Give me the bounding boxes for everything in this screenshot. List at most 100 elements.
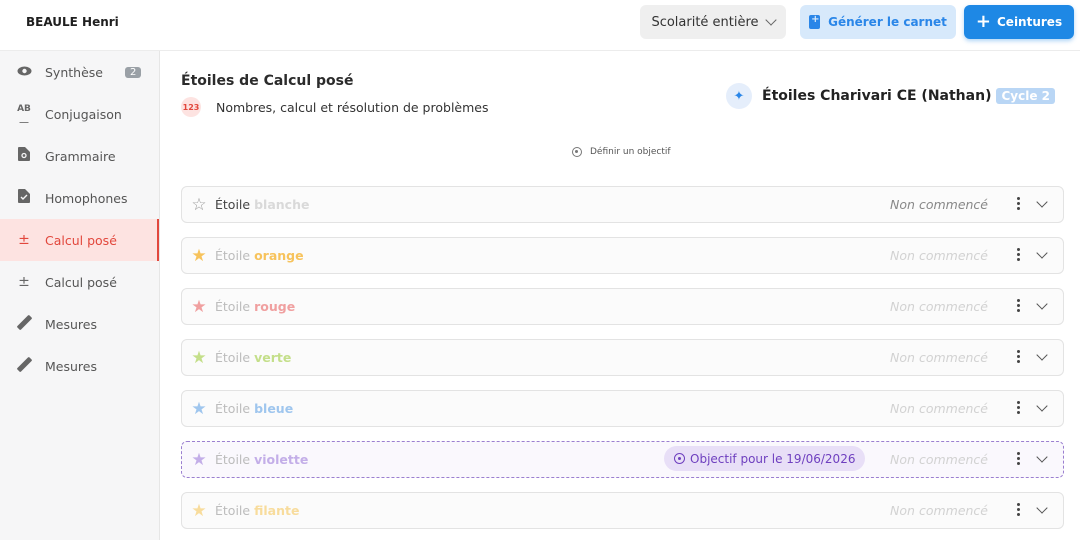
star-icon: ★ [191,245,207,266]
generate-report-button[interactable]: Générer le carnet [800,5,956,39]
status-label: Non commencé [890,401,988,416]
sidebar-item-label: Conjugaison [45,106,122,122]
document-plus-icon [809,14,821,29]
domain-line: 123 Nombres, calcul et résolution de pro… [181,97,489,117]
sidebar-item-label: Mesures [45,316,97,332]
star-label: Étoile [215,452,251,467]
star-icon: ★ [191,296,207,317]
domain-label: Nombres, calcul et résolution de problèm… [216,99,489,115]
chevron-down-icon[interactable] [1036,502,1048,514]
more-options-icon[interactable] [1017,299,1020,314]
status-label: Non commencé [890,197,988,212]
chevron-down-icon[interactable] [1036,451,1048,463]
star-row-orange[interactable]: ★ Étoile orange Non commencé [181,237,1064,274]
status-label: Non commencé [890,350,988,365]
star-color-name: orange [254,248,304,263]
chevron-down-icon [764,14,777,26]
star-row-bleue[interactable]: ★ Étoile bleue Non commencé [181,390,1064,427]
sidebar-item-label: Homophones [45,190,128,206]
more-options-icon[interactable] [1017,350,1020,365]
sidebar-item-homophones[interactable]: Homophones [0,177,159,219]
plus-minus-icon: ± [18,232,30,248]
sidebar: Synthèse 2 AB __ Conjugaison Grammaire Ho… [0,51,160,540]
status-label: Non commencé [890,248,988,263]
star-color-name: rouge [254,299,296,314]
sidebar-item-mesures-2[interactable]: Mesures [0,345,159,387]
sidebar-item-label: Synthèse [45,64,103,80]
plus-minus-icon: ± [18,274,30,290]
status-label: Non commencé [890,452,988,467]
numbers-icon: 123 [181,97,201,117]
star-row-blanche[interactable]: ☆ Étoile blanche Non commencé [181,186,1064,223]
star-label: Étoile [215,248,251,263]
period-label: Scolarité entière [651,14,759,30]
eye-icon [16,64,32,80]
ruler-icon [16,314,32,334]
sidebar-item-calcul-pose[interactable]: ± Calcul posé [0,261,159,303]
star-color-name: filante [254,503,300,518]
star-icon: ★ [191,500,207,521]
sidebar-item-conjugaison[interactable]: AB __ Conjugaison [0,93,159,135]
more-options-icon[interactable] [1017,503,1020,518]
ruler-icon [16,356,32,376]
sidebar-item-mesures[interactable]: Mesures [0,303,159,345]
define-objective-label: Définir un objectif [590,147,671,157]
method-info: ✦ Étoiles Charivari CE (Nathan) Cycle 2 [726,83,1055,109]
star-label: Étoile [215,197,251,212]
sidebar-item-grammaire[interactable]: Grammaire [0,135,159,177]
status-label: Non commencé [890,503,988,518]
star-row-filante[interactable]: ★ Étoile filante Non commencé [181,492,1064,529]
generate-report-label: Générer le carnet [828,15,947,29]
ab-text-icon: AB __ [17,104,31,124]
star-color-name: bleue [254,401,294,416]
more-options-icon[interactable] [1017,401,1020,416]
target-icon [674,453,685,464]
sidebar-item-label: Calcul posé [45,274,117,290]
star-label: Étoile [215,503,251,518]
chevron-down-icon[interactable] [1036,247,1048,259]
top-bar: BEAULE Henri Scolarité entière Générer l… [0,0,1080,51]
sidebar-item-label: Calcul posé [45,232,117,248]
star-color-name: verte [254,350,292,365]
cycle-badge: Cycle 2 [996,88,1055,104]
more-options-icon[interactable] [1017,248,1020,263]
sidebar-item-label: Grammaire [45,148,116,164]
objective-badge[interactable]: Objectif pour le 19/06/2026 [664,446,866,471]
more-options-icon[interactable] [1017,452,1020,467]
main-content: Étoiles de Calcul posé 123 Nombres, calc… [160,51,1080,540]
star-icon: ☆ [191,194,207,215]
add-belts-button[interactable]: + Ceintures [964,5,1074,39]
method-label: Étoiles Charivari CE (Nathan) [762,88,992,104]
page-title: Étoiles de Calcul posé [181,73,354,89]
define-objective-link[interactable]: Définir un objectif [572,147,671,157]
plus-icon: + [975,11,991,32]
more-options-icon[interactable] [1017,197,1020,212]
star-label: Étoile [215,350,251,365]
belts-label: Ceintures [997,15,1063,29]
star-label: Étoile [215,401,251,416]
method-icon: ✦ [726,83,752,109]
sidebar-item-synthese[interactable]: Synthèse 2 [0,51,159,93]
document-check-icon [16,189,32,207]
star-row-violette[interactable]: ★ Étoile violette Objectif pour le 19/06/20… [181,441,1064,478]
star-color-name: blanche [254,197,310,212]
chevron-down-icon[interactable] [1036,400,1048,412]
star-row-verte[interactable]: ★ Étoile verte Non commencé [181,339,1064,376]
star-label: Étoile [215,299,251,314]
period-selector[interactable]: Scolarité entière [640,5,786,39]
star-color-name: violette [254,452,309,467]
chevron-down-icon[interactable] [1036,349,1048,361]
star-icon: ★ [191,449,207,470]
target-icon [572,147,582,157]
star-row-rouge[interactable]: ★ Étoile rouge Non commencé [181,288,1064,325]
status-label: Non commencé [890,299,988,314]
count-badge: 2 [124,66,142,78]
chevron-down-icon[interactable] [1036,196,1048,208]
star-icon: ★ [191,398,207,419]
star-icon: ★ [191,347,207,368]
document-search-icon [16,147,32,165]
chevron-down-icon[interactable] [1036,298,1048,310]
sidebar-item-calcul-pose-active[interactable]: ± Calcul posé [0,219,159,261]
student-name: BEAULE Henri [26,15,119,29]
objective-label: Objectif pour le 19/06/2026 [690,451,856,466]
